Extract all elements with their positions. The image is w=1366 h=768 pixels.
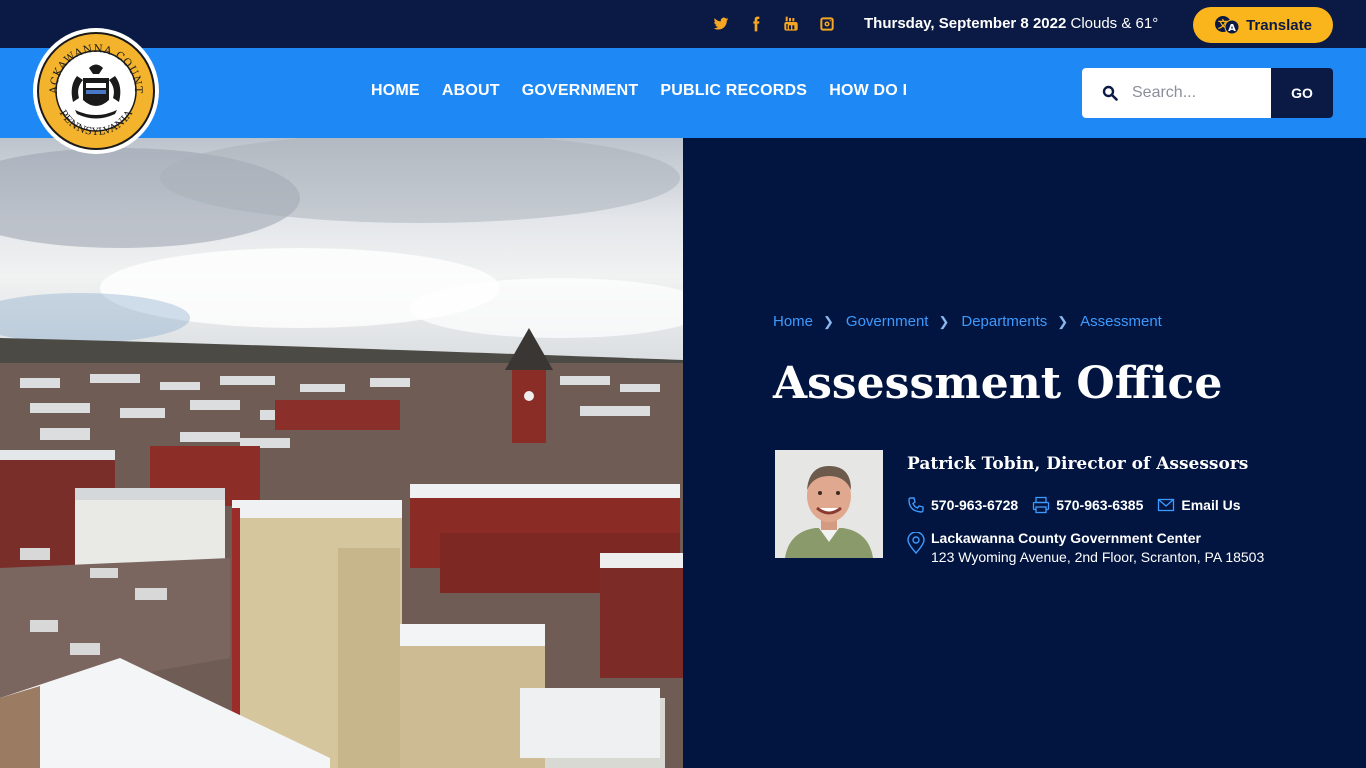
director-photo — [775, 450, 883, 558]
breadcrumb: Home ❯ Government ❯ Departments ❯ Assess… — [773, 313, 1162, 330]
translate-label: Translate — [1246, 16, 1312, 34]
translate-button[interactable]: 文 A Translate — [1193, 7, 1333, 43]
weather-text: Clouds & 61° — [1070, 15, 1159, 32]
youtube-icon[interactable] — [781, 14, 801, 34]
breadcrumb-departments[interactable]: Departments — [961, 313, 1047, 330]
department-info-panel: Home ❯ Government ❯ Departments ❯ Assess… — [683, 138, 1366, 768]
location-address: 123 Wyoming Avenue, 2nd Floor, Scranton,… — [931, 549, 1265, 565]
director-contacts: 570-963-6728 570-963-6385 Email Us — [907, 496, 1241, 514]
director-name-title: Patrick Tobin, Director of Assessors — [907, 454, 1249, 474]
breadcrumb-assessment[interactable]: Assessment — [1080, 313, 1162, 330]
twitter-icon[interactable] — [711, 14, 731, 34]
hero-town-photo — [0, 138, 683, 768]
search-icon — [1102, 85, 1118, 101]
email-label: Email Us — [1181, 497, 1241, 513]
date-weather: Thursday, September 8 2022 Clouds & 61° — [864, 15, 1158, 32]
map-pin-icon — [907, 532, 925, 554]
main-navbar: HOME ABOUT GOVERNMENT PUBLIC RECORDS HOW… — [0, 48, 1366, 138]
search-go-button[interactable]: GO — [1271, 68, 1333, 118]
phone-icon — [908, 497, 924, 513]
county-seal-logo[interactable]: LACKAWANNA COUNTY PENNSYLVANIA — [28, 19, 159, 154]
email-link[interactable]: Email Us — [1157, 496, 1241, 514]
phone-link[interactable]: 570-963-6728 — [907, 496, 1018, 514]
nav-home[interactable]: HOME — [371, 82, 420, 100]
page-title: Assessment Office — [773, 358, 1223, 409]
nav-government[interactable]: GOVERNMENT — [522, 82, 639, 100]
office-address: Lackawanna County Government Center 123 … — [907, 530, 1264, 565]
primary-navigation: HOME ABOUT GOVERNMENT PUBLIC RECORDS HOW… — [371, 82, 907, 100]
current-date: Thursday, September 8 2022 — [864, 15, 1067, 32]
printer-icon — [1033, 496, 1050, 514]
chevron-right-icon: ❯ — [938, 313, 950, 329]
search-input[interactable] — [1132, 84, 1262, 102]
top-utility-bar: Thursday, September 8 2022 Clouds & 61° … — [0, 0, 1366, 48]
search-box — [1082, 68, 1272, 118]
breadcrumb-government[interactable]: Government — [846, 313, 929, 330]
facebook-icon[interactable] — [746, 14, 766, 34]
fax-link[interactable]: 570-963-6385 — [1032, 496, 1143, 514]
translate-icon: 文 A — [1214, 15, 1240, 35]
envelope-icon — [1158, 498, 1175, 512]
fax-number: 570-963-6385 — [1056, 497, 1144, 513]
instagram-icon[interactable] — [817, 14, 837, 34]
chevron-right-icon: ❯ — [823, 313, 834, 329]
breadcrumb-home[interactable]: Home — [773, 313, 813, 330]
phone-number: 570-963-6728 — [931, 497, 1019, 513]
nav-public-records[interactable]: PUBLIC RECORDS — [660, 82, 807, 100]
location-name: Lackawanna County Government Center — [931, 530, 1201, 546]
nav-about[interactable]: ABOUT — [442, 82, 500, 100]
svg-text:A: A — [1228, 23, 1236, 34]
nav-how-do-i[interactable]: HOW DO I — [829, 82, 907, 100]
chevron-right-icon: ❯ — [1057, 313, 1069, 329]
